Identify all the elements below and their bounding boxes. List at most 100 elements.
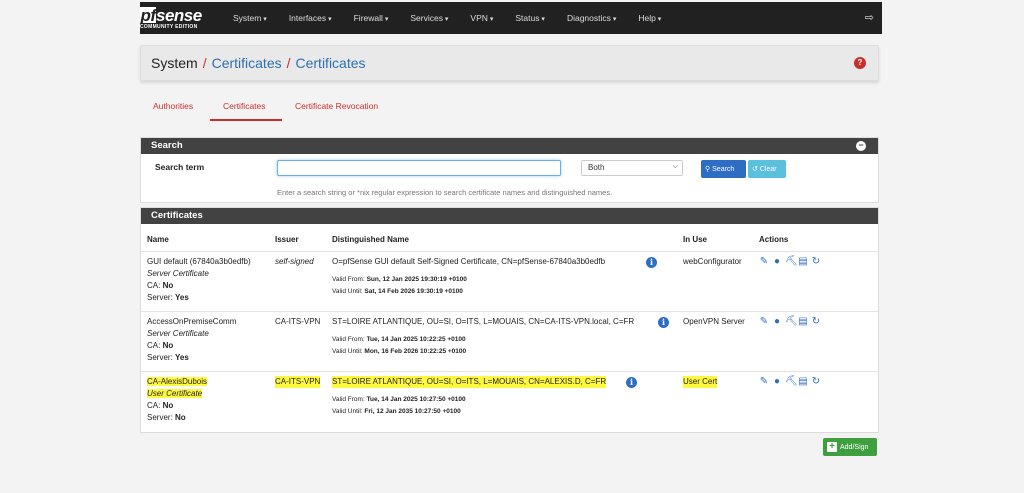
column-header-name: Name <box>147 235 169 244</box>
search-scope-value: Both <box>588 163 605 172</box>
cert-name-cell: GUI default (67840a3b0edfb) Server Certi… <box>147 256 251 304</box>
column-header-issuer: Issuer <box>275 235 299 244</box>
logout-icon[interactable]: ⇨ <box>865 11 874 24</box>
search-heading-text: Search <box>151 140 183 151</box>
search-button-label: Search <box>712 165 735 173</box>
archive-icon[interactable]: ▤ <box>798 317 808 327</box>
server-value: Yes <box>175 353 189 362</box>
logo-prefix: pf <box>140 6 156 25</box>
cert-name-cell: CA-AlexisDubois User Certificate CA: No … <box>147 376 208 424</box>
edit-icon[interactable]: ✎ <box>759 317 769 327</box>
menu-services[interactable]: Services <box>399 13 459 23</box>
valid-from: Tue, 14 Jan 2025 10:22:25 +0100 <box>366 336 466 343</box>
renew-icon[interactable]: ↻ <box>811 257 821 267</box>
archive-icon[interactable]: ▤ <box>798 377 808 387</box>
tab-certificates[interactable]: Certificates <box>223 101 266 111</box>
ca-label: CA: <box>147 341 161 350</box>
clear-button[interactable]: ↺ Clear <box>748 160 786 178</box>
export-key-icon[interactable]: ⛏ <box>785 317 798 327</box>
add-sign-button[interactable]: + Add/Sign <box>823 438 877 456</box>
renew-icon[interactable]: ↻ <box>811 377 821 387</box>
cert-type: User Certificate <box>147 389 203 398</box>
cert-issuer: CA-ITS-VPN <box>275 317 321 326</box>
tab-bar: Authorities Certificates Certificate Rev… <box>140 96 879 122</box>
menu-help[interactable]: Help <box>627 13 672 23</box>
search-panel-heading: Search − <box>141 138 878 154</box>
cert-validity: Valid From: Tue, 14 Jan 2025 10:27:50 +0… <box>332 394 466 418</box>
breadcrumb-root: System <box>151 55 198 71</box>
cert-name: CA-AlexisDubois <box>147 377 208 386</box>
cert-validity: Valid From: Sun, 12 Jan 2025 19:30:19 +0… <box>332 274 467 298</box>
valid-from: Tue, 14 Jan 2025 10:27:50 +0100 <box>366 396 466 403</box>
export-cert-icon[interactable]: ● <box>772 377 782 387</box>
edit-icon[interactable]: ✎ <box>759 377 769 387</box>
column-header-actions: Actions <box>759 235 789 244</box>
row-actions: ✎ ● ⛏ ▤ ↻ <box>759 257 821 267</box>
server-label: Server: <box>147 413 173 422</box>
cert-issuer: CA-ITS-VPN <box>275 376 321 388</box>
cert-validity: Valid From: Tue, 14 Jan 2025 10:22:25 +0… <box>332 334 466 358</box>
table-row: GUI default (67840a3b0edfb) Server Certi… <box>141 251 878 311</box>
info-icon[interactable]: i <box>646 257 657 268</box>
valid-until-label: Valid Until: <box>332 288 363 295</box>
cert-dn: ST=LOIRE ATLANTIQUE, OU=SI, O=ITS, L=MOU… <box>332 376 607 388</box>
tab-authorities[interactable]: Authorities <box>153 101 193 111</box>
ca-value: No <box>162 401 174 410</box>
row-actions: ✎ ● ⛏ ▤ ↻ <box>759 377 821 387</box>
cert-type: Server Certificate <box>147 329 209 338</box>
valid-from: Sun, 12 Jan 2025 19:30:19 +0100 <box>366 276 467 283</box>
server-label: Server: <box>147 293 173 302</box>
cert-name: GUI default (67840a3b0edfb) <box>147 257 251 266</box>
cert-name: AccessOnPremiseComm <box>147 317 237 326</box>
column-header-in-use: In Use <box>683 235 708 244</box>
export-cert-icon[interactable]: ● <box>772 257 782 267</box>
undo-icon: ↺ <box>752 166 758 173</box>
search-button[interactable]: ⚲ Search <box>701 160 746 178</box>
search-help-text: Enter a search string or *nix regular ex… <box>277 188 613 197</box>
certificates-panel-heading: Certificates <box>141 208 878 224</box>
menu-status[interactable]: Status <box>504 13 556 23</box>
export-cert-icon[interactable]: ● <box>772 317 782 327</box>
help-icon[interactable]: ? <box>854 57 866 69</box>
valid-until-label: Valid Until: <box>332 408 363 415</box>
search-input[interactable] <box>277 160 561 176</box>
valid-from-label: Valid From: <box>332 276 365 283</box>
menu-system[interactable]: System <box>222 13 278 23</box>
tab-certificate-revocation[interactable]: Certificate Revocation <box>295 101 378 111</box>
clear-button-label: Clear <box>759 165 777 173</box>
export-key-icon[interactable]: ⛏ <box>785 257 798 267</box>
valid-until: Sat, 14 Feb 2026 19:30:19 +0100 <box>364 288 463 295</box>
collapse-icon[interactable]: − <box>856 141 866 151</box>
server-label: Server: <box>147 353 173 362</box>
active-tab-indicator <box>210 119 282 121</box>
server-value: Yes <box>175 293 189 302</box>
certificates-panel: Certificates Name Issuer Distinguished N… <box>140 207 879 433</box>
logo-suffix: sense <box>156 6 202 25</box>
menu-diagnostics[interactable]: Diagnostics <box>556 13 627 23</box>
breadcrumb-separator: / <box>286 55 291 71</box>
breadcrumb-certificates-link[interactable]: Certificates <box>212 55 282 71</box>
info-icon[interactable]: i <box>658 317 669 328</box>
breadcrumb-current[interactable]: Certificates <box>296 55 366 71</box>
search-scope-select[interactable]: Both <box>581 160 683 176</box>
archive-icon[interactable]: ▤ <box>798 257 808 267</box>
pfsense-logo[interactable]: pfsense COMMUNITY EDITION <box>138 2 218 34</box>
ca-value: No <box>162 281 174 290</box>
cert-dn: ST=LOIRE ATLANTIQUE, OU=SI, O=ITS, L=MOU… <box>332 317 635 326</box>
certificates-heading-text: Certificates <box>151 210 203 221</box>
renew-icon[interactable]: ↻ <box>811 317 821 327</box>
valid-until: Mon, 16 Feb 2026 10:22:25 +0100 <box>364 348 467 355</box>
edit-icon[interactable]: ✎ <box>759 257 769 267</box>
export-key-icon[interactable]: ⛏ <box>785 377 798 387</box>
menu-firewall[interactable]: Firewall <box>343 13 400 23</box>
main-menu: System Interfaces Firewall Services VPN … <box>222 13 672 23</box>
add-sign-label: Add/Sign <box>840 443 869 451</box>
ca-label: CA: <box>147 281 161 290</box>
menu-interfaces[interactable]: Interfaces <box>278 13 343 23</box>
search-panel: Search − Search term Both ⚲ Search ↺ Cle… <box>140 137 879 203</box>
menu-vpn[interactable]: VPN <box>459 13 504 23</box>
valid-from-label: Valid From: <box>332 336 365 343</box>
info-icon[interactable]: i <box>626 377 637 388</box>
valid-until-label: Valid Until: <box>332 348 363 355</box>
server-value: No <box>175 413 186 422</box>
